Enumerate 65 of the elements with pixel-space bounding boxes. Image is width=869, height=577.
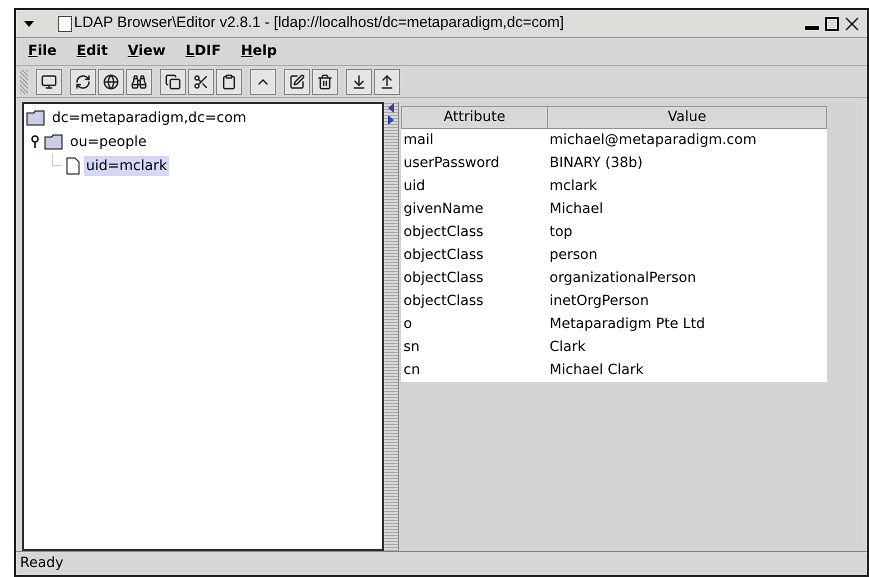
toolbar-button[interactable] [36,68,62,94]
tree-item[interactable]: uid=mclark [84,156,170,176]
table-cell: o [402,312,548,336]
table-cell: person [548,244,826,266]
menu-item[interactable]: View [128,41,166,62]
refresh-icon [75,74,91,90]
maximize-icon[interactable] [825,16,839,30]
table-cell: inetOrgPerson [548,290,826,312]
toolbar-button[interactable] [284,68,310,94]
column-header[interactable]: Attribute [402,106,548,128]
table-cell: Michael [548,198,826,220]
table-cell: sn [402,336,548,358]
table-cell: objectClass [402,220,548,244]
tree-item[interactable]: ou=people [68,132,149,152]
table-cell: objectClass [402,266,548,290]
dropdown-arrow-icon[interactable] [24,20,34,26]
table-cell: mclark [548,174,826,198]
menu-item[interactable]: File [28,41,57,62]
table-cell: BINARY (38b) [548,152,826,174]
toolbar-button[interactable] [346,68,372,94]
expand-handle-icon[interactable] [30,135,40,149]
paste-icon [221,74,237,90]
tree-item[interactable]: dc=metaparadigm,dc=com [50,108,248,128]
monitor-icon [41,74,57,90]
table-cell: cn [402,358,548,382]
cut-icon [193,74,209,90]
table-cell: givenName [402,198,548,220]
table-cell: mail [402,128,548,152]
menu-item[interactable]: Help [240,41,277,62]
toolbar-button[interactable] [160,68,186,94]
minimize-icon[interactable] [805,26,819,30]
copy-icon [165,74,181,90]
table-cell: organizationalPerson [548,266,826,290]
toolbar-button[interactable] [374,68,400,94]
globe-icon [103,74,119,90]
status-text: Ready [20,554,64,573]
table-cell: userPassword [402,152,548,174]
column-header[interactable]: Value [548,106,826,128]
toolbar-button[interactable] [312,68,338,94]
collapse-arrows-icon[interactable] [387,102,395,126]
table-cell: michael@metaparadigm.com [548,128,826,152]
table-cell: top [548,220,826,244]
menu-item[interactable]: LDIF [186,41,221,62]
close-icon[interactable] [845,16,859,30]
folder-icon [44,134,64,150]
edit-icon [289,74,305,90]
folder-icon [26,110,46,126]
table-cell: objectClass [402,244,548,266]
table-cell: Michael Clark [548,358,826,382]
toolbar-button[interactable] [188,68,214,94]
toolbar-button[interactable] [126,68,152,94]
toolbar-button[interactable] [98,68,124,94]
search-icon [131,74,147,90]
document-icon [66,157,80,175]
table-cell: uid [402,174,548,198]
delete-icon [317,74,333,90]
toolbar-button[interactable] [70,68,96,94]
menu-item[interactable]: Edit [76,41,108,62]
window-title: LDAP Browser\Editor v2.8.1 - [ldap://localhost/dc=metaparadigm,dc=com] [74,13,564,34]
table-cell: objectClass [402,290,548,312]
table-cell: Metaparadigm Pte Ltd [548,312,826,336]
toolbar-grip[interactable] [20,70,28,94]
toolbar-button[interactable] [216,68,242,94]
table-cell: Clark [548,336,826,358]
window-icon [58,16,72,32]
